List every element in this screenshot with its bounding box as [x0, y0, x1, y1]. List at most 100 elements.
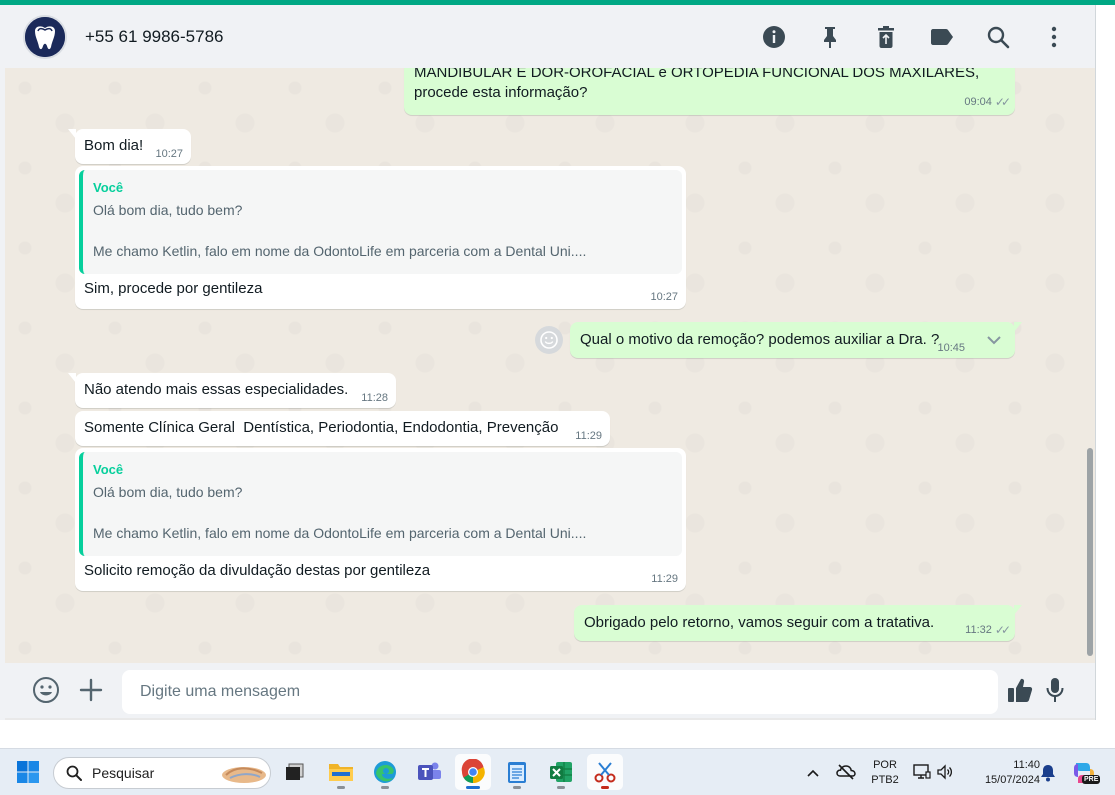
input-language-indicator[interactable]: POR PTB2	[865, 758, 905, 788]
message-composer	[5, 663, 1095, 718]
task-view-button[interactable]	[277, 754, 313, 790]
thumbs-up-button[interactable]	[1005, 675, 1035, 705]
message-text: Obrigado pelo retorno, vamos seguir com …	[584, 614, 935, 631]
message-incoming[interactable]: Somente Clínica Geral Dentística, Period…	[75, 411, 610, 446]
running-indicator	[513, 786, 521, 789]
notepad-icon	[508, 762, 526, 783]
taskbar-app-notepad[interactable]	[499, 754, 535, 790]
clock[interactable]: 11:40 15/07/2024	[964, 758, 1040, 788]
react-emoji-button[interactable]	[535, 326, 563, 354]
message-text: Sim, procede por gentileza	[84, 280, 263, 297]
bubble-tail	[68, 373, 76, 383]
chat-header: +55 61 9986-5786	[5, 5, 1095, 68]
message-incoming[interactable]: Bom dia! 10:27	[68, 129, 191, 164]
message-time: 11:29	[651, 573, 678, 585]
clock-date: 15/07/2024	[984, 774, 1040, 786]
message-time: 10:27	[155, 148, 183, 160]
message-incoming[interactable]: Não atendo mais essas especialidades. 11…	[68, 373, 396, 408]
quoted-message[interactable]: Você Olá bom dia, tudo bem? Me chamo Ket…	[79, 452, 682, 556]
taskbar-app-teams[interactable]	[411, 754, 447, 790]
chat-scrollbar[interactable]	[1087, 448, 1093, 656]
message-text: Bom dia!	[84, 137, 144, 154]
message-outgoing[interactable]: Qual o motivo da remoção? podemos auxili…	[570, 322, 1022, 358]
network-offline-icon[interactable]	[836, 763, 856, 783]
chrome-browser-icon	[461, 759, 485, 784]
thumbs-up-icon	[1008, 678, 1033, 702]
message-input[interactable]	[122, 670, 998, 714]
plus-icon	[79, 678, 103, 702]
search-icon	[66, 765, 82, 781]
taskbar-app-excel[interactable]	[543, 754, 579, 790]
message-time: 11:28	[361, 392, 388, 404]
message-incoming-reply[interactable]: Você Olá bom dia, tudo bem? Me chamo Ket…	[75, 448, 686, 591]
message-text: MANDIBULAR E DOR-OROFACIAL e ORTOPEDIA F…	[414, 68, 980, 81]
taskbar-search[interactable]: Pesquisar	[53, 757, 271, 789]
search-icon[interactable]	[981, 20, 1015, 54]
contact-avatar[interactable]	[23, 14, 67, 59]
smiley-icon	[540, 331, 558, 349]
taskbar-app-edge[interactable]	[367, 754, 403, 790]
message-time-value: 10:45	[937, 342, 965, 354]
clock-time: 11:40	[1013, 759, 1040, 771]
show-hidden-icons-chevron-icon[interactable]	[806, 765, 822, 781]
message-options-chevron-icon[interactable]	[981, 330, 1007, 350]
tooth-logo-icon	[25, 16, 65, 57]
running-indicator	[557, 786, 565, 789]
keyboard-layout: PTB2	[871, 774, 899, 786]
message-outgoing[interactable]: MANDIBULAR E DOR-OROFACIAL e ORTOPEDIA F…	[404, 68, 1015, 115]
message-meta: 11:32 ✓✓	[965, 623, 1011, 637]
taskbar-app-snipping-tool[interactable]	[587, 754, 623, 790]
task-view-icon	[286, 763, 304, 780]
quote-author: Você	[93, 462, 124, 477]
emoji-button[interactable]	[31, 675, 61, 705]
snipping-tool-icon	[594, 762, 616, 783]
quote-text: Me chamo Ketlin, falo em nome da OdontoL…	[93, 525, 587, 541]
volume-icon[interactable]	[936, 764, 954, 782]
search-highlight-art-icon	[222, 767, 266, 783]
message-outgoing[interactable]: Obrigado pelo retorno, vamos seguir com …	[574, 605, 1022, 641]
message-incoming-reply[interactable]: Você Olá bom dia, tudo bem? Me chamo Ket…	[75, 166, 686, 309]
microphone-icon	[1046, 678, 1064, 702]
quoted-message[interactable]: Você Olá bom dia, tudo bem? Me chamo Ket…	[79, 170, 682, 274]
message-list[interactable]: MANDIBULAR E DOR-OROFACIAL e ORTOPEDIA F…	[5, 68, 1095, 663]
header-actions	[757, 5, 1071, 68]
folder-icon	[329, 764, 353, 781]
pin-icon[interactable]	[813, 20, 847, 54]
quote-text: Me chamo Ketlin, falo em nome da OdontoL…	[93, 243, 587, 259]
start-button[interactable]	[10, 754, 46, 790]
edge-browser-icon	[374, 761, 396, 783]
taskbar-app-chrome[interactable]	[455, 754, 491, 790]
delete-icon[interactable]	[869, 20, 903, 54]
quote-author: Você	[93, 180, 124, 195]
taskbar-app-file-explorer[interactable]	[323, 754, 359, 790]
menu-icon[interactable]	[1037, 20, 1071, 54]
notification-bell-icon[interactable]	[1040, 764, 1058, 782]
voice-message-button[interactable]	[1040, 675, 1070, 705]
emoji-icon	[33, 677, 59, 703]
message-text: Qual o motivo da remoção? podemos auxili…	[580, 331, 940, 348]
info-icon[interactable]	[757, 20, 791, 54]
quote-text: Olá bom dia, tudo bem?	[93, 202, 243, 218]
message-text: Somente Clínica Geral Dentística, Period…	[84, 419, 559, 436]
message-time: 09:04	[964, 96, 992, 108]
attach-button[interactable]	[76, 675, 106, 705]
read-ticks-icon: ✓✓	[994, 623, 1011, 637]
preview-badge: PRE	[1082, 775, 1101, 784]
message-text: procede esta informação?	[414, 84, 588, 101]
window-bottom-gap	[0, 720, 1115, 748]
running-indicator	[337, 786, 345, 789]
contact-name[interactable]: +55 61 9986-5786	[85, 27, 224, 47]
message-time: 11:32	[965, 624, 992, 636]
message-time: 10:45	[937, 342, 965, 354]
bubble-tail	[68, 129, 76, 139]
message-text: Não atendo mais essas especialidades.	[84, 381, 349, 398]
right-window-edge	[1095, 5, 1115, 720]
windows-logo-icon	[17, 761, 39, 783]
copilot-button[interactable]: PRE	[1070, 759, 1101, 787]
active-indicator	[466, 786, 480, 789]
display-icon[interactable]	[913, 764, 931, 782]
excel-icon	[550, 762, 572, 782]
label-icon[interactable]	[925, 20, 959, 54]
message-time: 10:27	[650, 291, 678, 303]
bubble-tail	[1014, 605, 1022, 615]
